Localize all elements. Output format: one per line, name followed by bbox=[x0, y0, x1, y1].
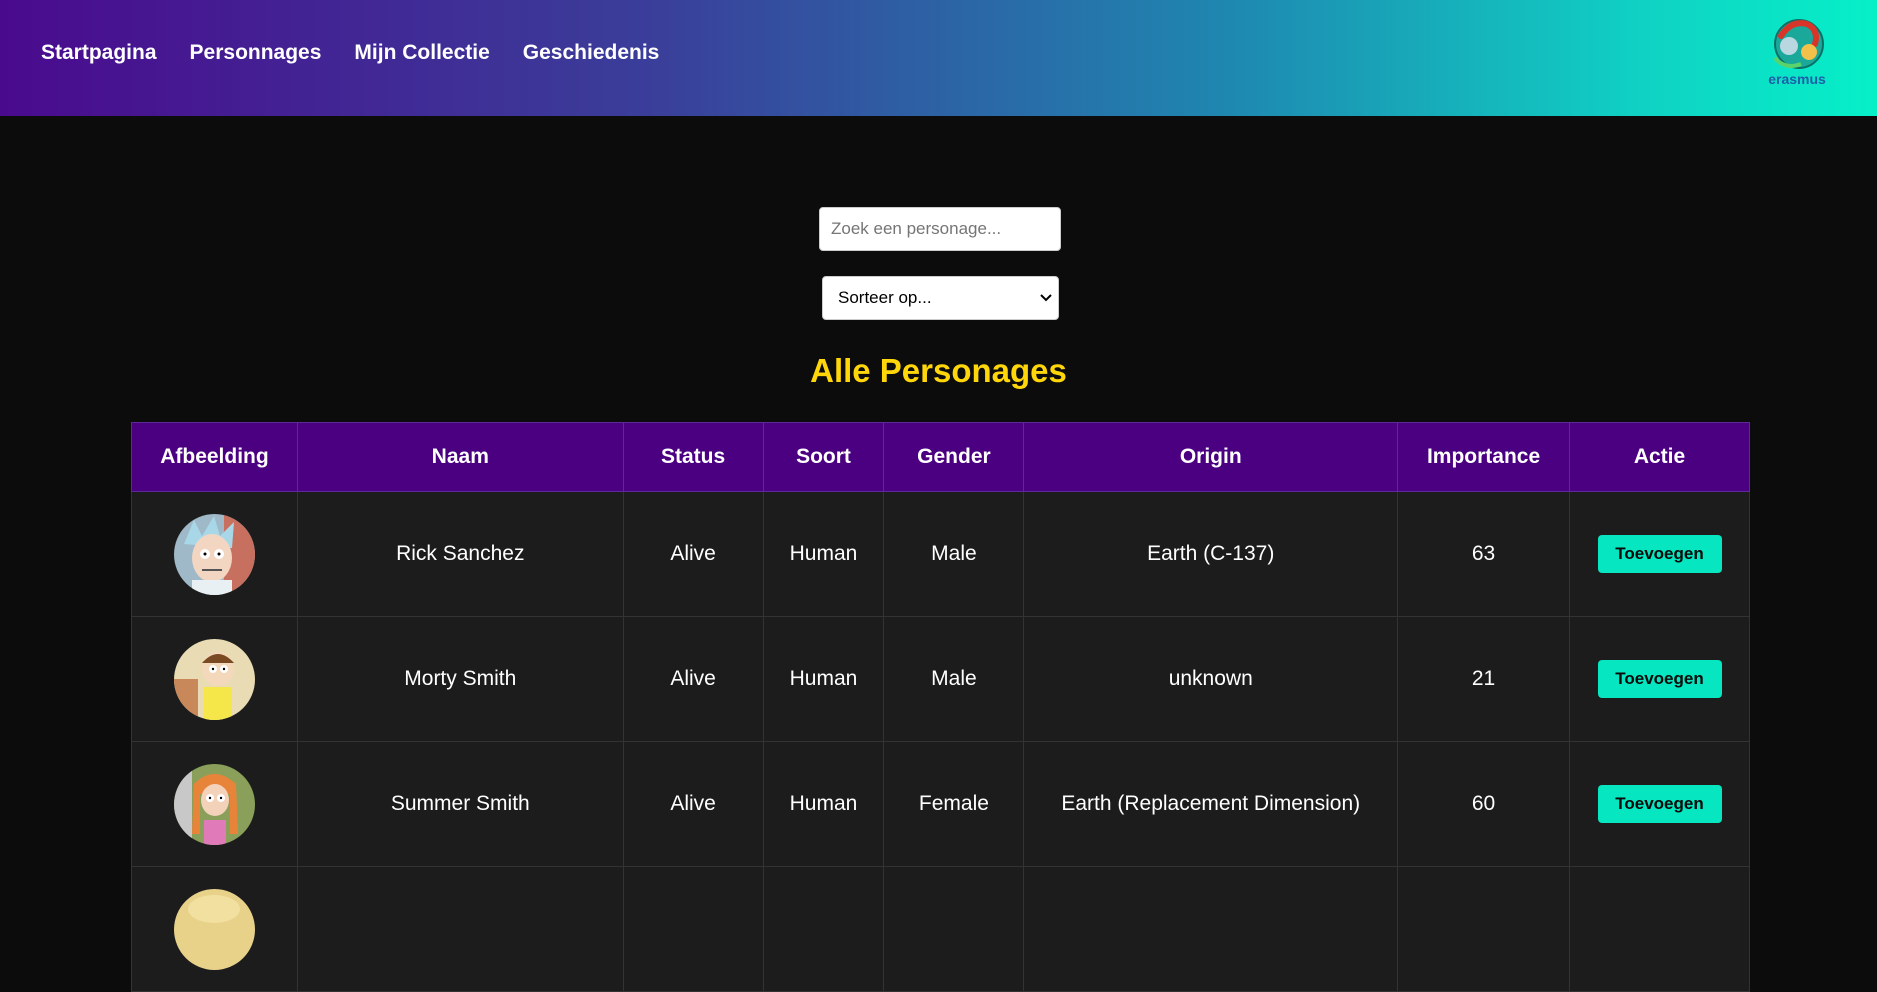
gender-cell: Male bbox=[883, 616, 1025, 742]
species-cell bbox=[762, 866, 885, 992]
gender-cell bbox=[883, 866, 1025, 992]
erasmus-logo[interactable]: erasmus bbox=[1761, 14, 1833, 90]
importance-cell: 21 bbox=[1397, 616, 1571, 742]
add-button[interactable]: Toevoegen bbox=[1597, 660, 1722, 698]
logo-text: erasmus bbox=[1768, 71, 1826, 87]
page-title: Alle Personages bbox=[810, 352, 1067, 389]
name-cell: Summer Smith bbox=[296, 741, 624, 867]
image-cell bbox=[131, 866, 298, 992]
origin-cell: unknown bbox=[1023, 616, 1399, 742]
nav-links: Startpagina Personnages Mijn Collectie G… bbox=[41, 41, 692, 65]
importance-cell bbox=[1397, 866, 1571, 992]
avatar-morty-smith bbox=[173, 638, 255, 720]
avatar-summer-smith bbox=[173, 763, 255, 845]
column-header-origin[interactable]: Origin bbox=[1023, 422, 1399, 492]
status-cell: Alive bbox=[622, 741, 764, 867]
characters-table: Afbeelding Naam Status Soort Gender Orig… bbox=[131, 422, 1750, 992]
gender-cell: Male bbox=[883, 491, 1025, 617]
species-cell: Human bbox=[762, 616, 885, 742]
action-cell: Toevoegen bbox=[1569, 491, 1750, 617]
chevron-down-icon bbox=[1040, 291, 1052, 305]
table-row: Summer Smith Alive Human Female Earth (R… bbox=[131, 741, 1750, 867]
action-cell bbox=[1569, 866, 1750, 992]
origin-cell: Earth (Replacement Dimension) bbox=[1023, 741, 1399, 867]
table-row: Morty Smith Alive Human Male unknown 21 … bbox=[131, 616, 1750, 742]
action-cell: Toevoegen bbox=[1569, 741, 1750, 867]
search-input[interactable] bbox=[819, 207, 1061, 251]
table-row: Rick Sanchez Alive Human Male Earth (C-1… bbox=[131, 491, 1750, 617]
add-button[interactable]: Toevoegen bbox=[1597, 535, 1722, 573]
status-cell: Alive bbox=[622, 491, 764, 617]
nav-link-personnages[interactable]: Personnages bbox=[190, 41, 322, 65]
status-cell: Alive bbox=[622, 616, 764, 742]
sort-selected-value: Sorteer op... bbox=[838, 288, 932, 307]
sort-select[interactable]: Sorteer op... bbox=[822, 276, 1059, 320]
nav-link-startpagina[interactable]: Startpagina bbox=[41, 41, 157, 65]
image-cell bbox=[131, 741, 298, 867]
avatar-rick-sanchez bbox=[173, 513, 255, 595]
nav-link-geschiedenis[interactable]: Geschiedenis bbox=[523, 41, 660, 65]
name-cell: Morty Smith bbox=[296, 616, 624, 742]
action-cell: Toevoegen bbox=[1569, 616, 1750, 742]
table-header-row: Afbeelding Naam Status Soort Gender Orig… bbox=[131, 422, 1750, 492]
name-cell bbox=[296, 866, 624, 992]
name-cell: Rick Sanchez bbox=[296, 491, 624, 617]
origin-cell: Earth (C-137) bbox=[1023, 491, 1399, 617]
importance-cell: 60 bbox=[1397, 741, 1571, 867]
gender-cell: Female bbox=[883, 741, 1025, 867]
column-header-afbeelding[interactable]: Afbeelding bbox=[131, 422, 298, 492]
column-header-actie[interactable]: Actie bbox=[1569, 422, 1750, 492]
origin-cell bbox=[1023, 866, 1399, 992]
avatar-partial bbox=[173, 888, 255, 970]
importance-cell: 63 bbox=[1397, 491, 1571, 617]
column-header-status[interactable]: Status bbox=[622, 422, 764, 492]
image-cell bbox=[131, 491, 298, 617]
column-header-soort[interactable]: Soort bbox=[762, 422, 885, 492]
navbar: Startpagina Personnages Mijn Collectie G… bbox=[0, 0, 1877, 116]
status-cell bbox=[622, 866, 764, 992]
column-header-naam[interactable]: Naam bbox=[296, 422, 624, 492]
image-cell bbox=[131, 616, 298, 742]
species-cell: Human bbox=[762, 741, 885, 867]
table-row bbox=[131, 866, 1750, 992]
add-button[interactable]: Toevoegen bbox=[1597, 785, 1722, 823]
species-cell: Human bbox=[762, 491, 885, 617]
nav-link-mijn-collectie[interactable]: Mijn Collectie bbox=[354, 41, 489, 65]
column-header-importance[interactable]: Importance bbox=[1397, 422, 1571, 492]
column-header-gender[interactable]: Gender bbox=[883, 422, 1025, 492]
